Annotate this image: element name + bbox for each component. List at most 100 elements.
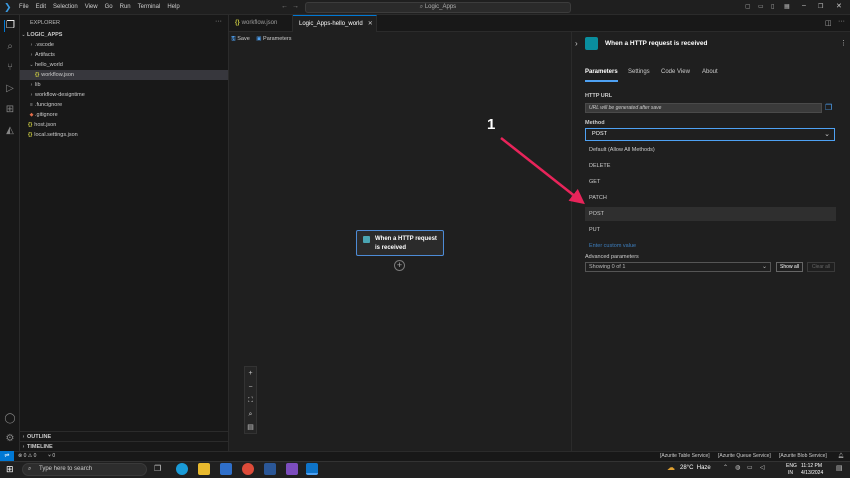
menu-view[interactable]: View [85,0,98,15]
search-icon[interactable]: ⌕ [4,41,16,53]
command-center-search[interactable]: ⌕ Logic_Apps [305,2,571,13]
tab-logic-apps-hello-world[interactable]: Logic_Apps-hello_world ✕ [293,15,377,32]
split-editor-icon[interactable]: ◫ [825,19,832,27]
chevron-right-icon: › [30,92,33,98]
notifications-icon[interactable]: ▤ [836,464,843,472]
fit-view-button[interactable]: ⛶ [245,394,256,408]
explorer-icon[interactable]: ❐ [4,20,16,32]
tab-settings[interactable]: Settings [628,69,650,75]
system-tray-chevron-icon[interactable]: ⌃ [723,464,728,471]
menu-selection[interactable]: Selection [53,0,78,15]
tree-item-local-settings-json[interactable]: {} local.settings.json [20,130,228,140]
source-control-icon[interactable]: ⑂ [4,62,16,74]
panel-toggle-icon[interactable]: ▭ [758,3,764,10]
clock-time[interactable]: 11:12 PM [801,463,822,469]
tab-parameters[interactable]: Parameters [585,69,618,75]
extensions-icon[interactable]: ⊞ [4,104,16,116]
tree-item-workflow-designtime[interactable]: › workflow-designtime [20,90,228,100]
back-arrow-icon[interactable]: ← [281,3,288,10]
close-tab-icon[interactable]: ✕ [368,21,373,27]
menu-run[interactable]: Run [120,0,131,15]
more-actions-icon[interactable]: ··· [215,18,222,25]
vscode-app-icon[interactable] [306,463,318,475]
customize-layout-icon[interactable]: ▦ [784,3,790,10]
azure-icon[interactable]: ◭ [4,125,16,137]
visual-studio-app-icon[interactable] [286,463,298,475]
zoom-out-button[interactable]: − [245,381,256,395]
run-debug-icon[interactable]: ▷ [4,83,16,95]
tab-code-view[interactable]: Code View [661,69,690,75]
close-icon[interactable]: ✕ [836,2,842,10]
tree-item-hello-world[interactable]: ⌄hello_world [20,60,228,70]
method-option-put[interactable]: PUT [585,223,836,237]
tree-item-lib[interactable]: › lib [20,80,228,90]
panel-more-icon[interactable]: ⋮ [840,39,847,47]
volume-icon[interactable]: ◁ [760,464,765,471]
method-option-delete[interactable]: DELETE [585,159,836,173]
outline-section[interactable]: › OUTLINE [20,431,228,441]
menu-file[interactable]: File [19,0,29,15]
more-actions-icon[interactable]: ··· [838,18,845,25]
azurite-queue-status[interactable]: [Azurite Queue Service] [718,452,771,461]
mail-app-icon[interactable] [220,463,232,475]
battery-icon[interactable]: ▭ [747,464,753,471]
problems-indicator[interactable]: ⊗ 0 ⚠ 0 [18,452,36,461]
azurite-blob-status[interactable]: [Azurite Blob Service] [779,452,827,461]
notifications-bell-icon[interactable]: 🔔︎ [838,452,844,461]
minimize-icon[interactable]: – [802,2,806,9]
remote-indicator-icon[interactable]: ⇌ [0,451,14,461]
http-trigger-card[interactable]: When a HTTP request is received [356,230,444,256]
method-option-default[interactable]: Default (Allow All Methods) [585,143,836,157]
method-option-get[interactable]: GET [585,175,836,189]
weather-text[interactable]: 28°C Haze [680,465,711,471]
tree-item-gitignore[interactable]: ◆ .gitignore [20,110,228,120]
enter-custom-value-option[interactable]: Enter custom value [585,239,836,253]
zoom-in-button[interactable]: + [245,367,256,381]
tab-workflow-json[interactable]: {} workflow.json [229,15,293,32]
word-app-icon[interactable] [264,463,276,475]
file-explorer-icon[interactable] [198,463,210,475]
language-indicator[interactable]: ENG [786,463,797,469]
maximize-icon[interactable]: ❐ [818,3,823,10]
tab-about[interactable]: About [702,69,718,75]
method-option-post[interactable]: POST [585,207,836,221]
menu-help[interactable]: Help [167,0,179,15]
minimap-button[interactable]: ▤ [245,421,256,435]
method-select[interactable]: POST ⌄ [585,128,835,141]
tree-item-funcignore[interactable]: ≡ .funcignore [20,100,228,110]
menu-go[interactable]: Go [105,0,113,15]
settings-gear-icon[interactable]: ⚙ [4,433,16,445]
show-all-button[interactable]: Show all [776,262,803,272]
network-icon[interactable]: ◍ [735,464,740,471]
search-canvas-button[interactable]: ⌕ [245,408,256,422]
tree-item-artifacts[interactable]: › Artifacts [20,50,228,60]
advanced-parameters-select[interactable]: Showing 0 of 1 ⌄ [585,262,771,272]
add-step-button[interactable]: + [394,260,405,271]
clock-date: 4/13/2024 [801,470,824,476]
account-icon[interactable]: ◯ [4,413,16,425]
workspace-root[interactable]: ⌄LOGIC_APPS [20,30,228,40]
chrome-app-icon[interactable] [242,463,254,475]
parameters-button[interactable]: ▣ Parameters [256,36,291,42]
menu-terminal[interactable]: Terminal [138,0,161,15]
task-view-icon[interactable]: ❐ [154,464,161,473]
copy-icon[interactable]: ❐ [825,103,833,112]
save-button[interactable]: 🖫 Save [231,36,250,42]
azurite-table-status[interactable]: [Azurite Table Service] [660,452,710,461]
tree-item-vscode[interactable]: › .vscode [20,40,228,50]
clear-all-button[interactable]: Clear all [807,262,835,272]
ports-indicator[interactable]: ⑂ 0 [48,452,55,461]
chevron-down-icon: ⌄ [824,131,830,138]
edge-app-icon[interactable] [176,463,188,475]
timeline-section[interactable]: › TIMELINE [20,441,228,451]
layout-toggle-icon[interactable]: ▢ [745,3,751,10]
menu-edit[interactable]: Edit [36,0,46,15]
tree-item-host-json[interactable]: {} host.json [20,120,228,130]
windows-start-icon[interactable]: ⊞ [6,464,14,474]
sidebar-toggle-icon[interactable]: ▯ [771,3,774,10]
taskbar-search[interactable]: ⌕ Type here to search [22,463,147,476]
forward-arrow-icon[interactable]: → [292,3,299,10]
tree-item-workflow-json[interactable]: {} workflow.json [20,70,228,80]
collapse-panel-icon[interactable]: › [575,39,578,48]
method-option-patch[interactable]: PATCH [585,191,836,205]
